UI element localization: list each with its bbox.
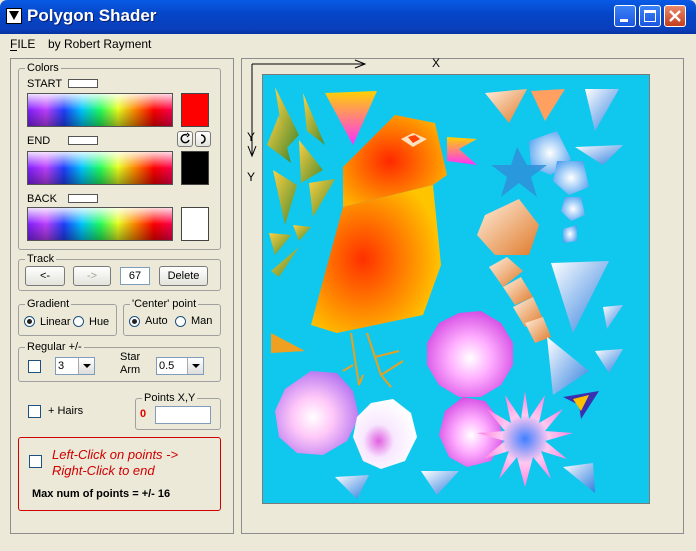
- regular-checkbox[interactable]: [28, 360, 41, 373]
- center-point-group-title: 'Center' point: [130, 298, 199, 310]
- close-icon: [669, 10, 681, 22]
- end-color-swatch[interactable]: [181, 151, 209, 185]
- regular-group-title: Regular +/-: [25, 341, 84, 353]
- end-gradient-palette[interactable]: [27, 151, 173, 185]
- arm-value: 0.5: [159, 360, 175, 372]
- start-label: START: [27, 78, 63, 90]
- back-color-swatch[interactable]: [181, 207, 209, 241]
- colors-group-title: Colors: [25, 62, 61, 74]
- star-arm-select[interactable]: 0.5: [156, 357, 204, 375]
- drawing-canvas[interactable]: [262, 74, 650, 504]
- track-group-title: Track: [25, 253, 57, 265]
- max-points-label: Max num of points = +/- 16: [32, 488, 171, 500]
- x-axis-label: X: [432, 56, 441, 70]
- minimize-button[interactable]: [614, 5, 636, 27]
- file-accelerator-underline: [10, 50, 17, 51]
- start-color-swatch[interactable]: [181, 93, 209, 127]
- track-back-button[interactable]: <-: [25, 266, 65, 286]
- center-man-label: Man: [191, 315, 213, 327]
- center-auto-radio[interactable]: [129, 316, 140, 327]
- start-gradient-palette[interactable]: [27, 93, 173, 127]
- back-mini-indicator: [68, 194, 98, 203]
- maximize-icon: [644, 10, 656, 22]
- instruction-left-click: Left-Click on points ->: [52, 447, 179, 462]
- end-mini-indicator: [68, 136, 98, 145]
- sides-value: 3: [58, 360, 65, 372]
- swap-icon: [180, 132, 190, 144]
- reverse-colors-button[interactable]: [195, 131, 211, 147]
- drawing-artwork: [267, 87, 623, 499]
- menu-file[interactable]: FILE: [10, 37, 35, 51]
- maximize-button[interactable]: [639, 5, 661, 27]
- star-label: Star: [120, 351, 141, 363]
- points-count: 0: [140, 408, 147, 420]
- back-gradient-palette[interactable]: [27, 207, 173, 241]
- sides-select[interactable]: 3: [55, 357, 95, 375]
- hairs-label: + Hairs: [48, 405, 84, 417]
- points-xy-field[interactable]: [155, 406, 211, 424]
- window-title: Polygon Shader: [27, 6, 157, 25]
- delete-button[interactable]: Delete: [159, 266, 208, 286]
- app-icon[interactable]: [6, 8, 22, 24]
- title-bar: Polygon Shader: [0, 0, 696, 34]
- start-mini-indicator: [68, 79, 98, 88]
- minimize-icon: [620, 19, 628, 22]
- track-forward-button[interactable]: ->: [73, 266, 111, 286]
- track-position-field[interactable]: 67: [120, 267, 150, 285]
- sides-dropdown-arrow[interactable]: [78, 358, 94, 374]
- arm-dropdown-arrow[interactable]: [187, 358, 203, 374]
- gradient-group-title: Gradient: [25, 298, 72, 310]
- end-label: END: [27, 135, 51, 147]
- hairs-checkbox[interactable]: [28, 405, 41, 418]
- menu-credit: by Robert Rayment: [48, 37, 152, 51]
- gradient-hue-label: Hue: [89, 316, 110, 328]
- points-group-title: Points X,Y: [142, 392, 198, 404]
- draw-points-checkbox[interactable]: [29, 455, 42, 468]
- center-man-radio[interactable]: [175, 316, 186, 327]
- back-label: BACK: [27, 193, 57, 205]
- y-axis-label-lower: Y: [247, 170, 256, 184]
- swap-colors-button[interactable]: [177, 131, 193, 147]
- gradient-hue-radio[interactable]: [73, 316, 84, 327]
- reverse-icon: [200, 134, 206, 144]
- y-axis-label-upper: Y: [247, 130, 256, 144]
- gradient-linear-label: Linear: [40, 316, 71, 328]
- center-auto-label: Auto: [145, 315, 168, 327]
- menu-bar: FILE by Robert Rayment: [0, 34, 696, 55]
- arm-label: Arm: [120, 364, 141, 376]
- gradient-linear-radio[interactable]: [24, 316, 35, 327]
- close-button[interactable]: [664, 5, 686, 27]
- instruction-right-click: Right-Click to end: [52, 463, 155, 478]
